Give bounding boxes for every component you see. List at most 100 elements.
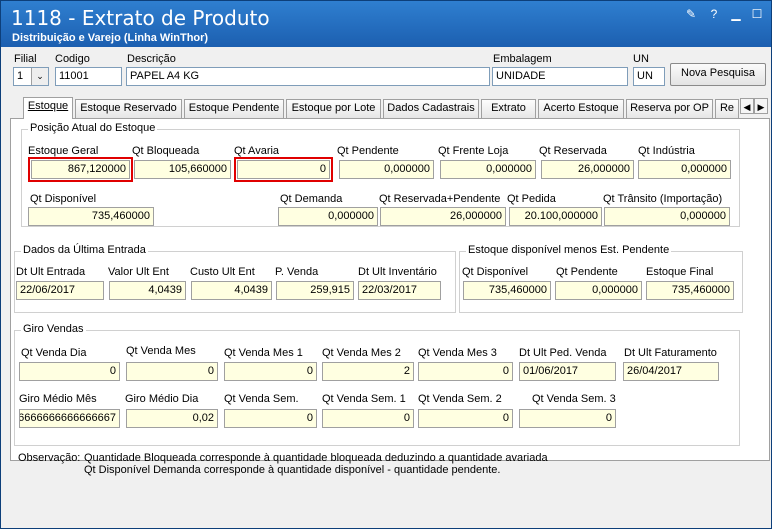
qt-demanda-field: 0,000000 — [278, 207, 378, 226]
qt-venda-sem-field: 0 — [224, 409, 317, 428]
dmp-qt-pendente-label: Qt Pendente — [556, 266, 618, 278]
dt-ult-inventario-label: Dt Ult Inventário — [358, 266, 437, 278]
qt-reservada-label: Qt Reservada — [539, 145, 607, 157]
help-icon[interactable]: ? — [706, 7, 722, 21]
qt-venda-sem-label: Qt Venda Sem. — [224, 393, 299, 405]
tab-extrato[interactable]: Extrato — [481, 99, 536, 118]
tab-estoque[interactable]: Estoque — [23, 97, 73, 119]
qt-bloqueada-label: Qt Bloqueada — [132, 145, 200, 157]
minimize-icon[interactable]: ▁ — [728, 7, 744, 21]
tab-estoque-pendente[interactable]: Estoque Pendente — [184, 99, 284, 118]
qt-venda-mes3-label: Qt Venda Mes 3 — [418, 347, 497, 359]
qt-disponivel-label: Qt Disponível — [30, 193, 97, 205]
qt-venda-mes2-field: 2 — [322, 362, 414, 381]
qt-venda-mes1-field: 0 — [224, 362, 317, 381]
disponivel-menos-pendente-group-title: Estoque disponível menos Est. Pendente — [466, 244, 672, 256]
tab-scroll-left-icon[interactable]: ◀ — [740, 98, 754, 114]
tab-reserva-por-op[interactable]: Reserva por OP — [626, 99, 713, 118]
qt-industria-label: Qt Indústria — [638, 145, 695, 157]
posicao-group: Posição Atual do Estoque Estoque Geral 8… — [21, 122, 740, 227]
giro-medio-dia-field: 0,02 — [126, 409, 218, 428]
qt-venda-dia-field: 0 — [19, 362, 120, 381]
estoque-final-label: Estoque Final — [646, 266, 714, 278]
tab-scroll-right-icon[interactable]: ▶ — [754, 98, 768, 114]
descricao-label: Descrição — [127, 53, 176, 65]
qt-venda-sem1-label: Qt Venda Sem. 1 — [322, 393, 406, 405]
title-bar: 1118 - Extrato de Produto Distribuição e… — [1, 1, 771, 47]
qt-reservada-pendente-field: 26,000000 — [380, 207, 506, 226]
qt-bloqueada-field: 105,660000 — [134, 160, 231, 179]
qt-disponivel-field: 735,460000 — [28, 207, 154, 226]
qt-pendente-label: Qt Pendente — [337, 145, 399, 157]
filial-label: Filial — [14, 53, 37, 65]
qt-reservada-field: 26,000000 — [541, 160, 634, 179]
ultima-entrada-group-title: Dados da Última Entrada — [21, 244, 148, 256]
qt-reservada-pendente-label: Qt Reservada+Pendente — [379, 193, 501, 205]
qt-pedida-label: Qt Pedida — [507, 193, 556, 205]
giro-medio-mes-field: 56666666666666667 — [19, 409, 120, 428]
dt-ult-ped-venda-field: 01/06/2017 — [519, 362, 616, 381]
dt-ult-faturamento-field: 26/04/2017 — [623, 362, 719, 381]
qt-venda-mes3-field: 0 — [418, 362, 513, 381]
qt-avaria-label: Qt Avaria — [234, 145, 280, 157]
qt-avaria-field: 0 — [234, 157, 333, 182]
qt-venda-mes1-label: Qt Venda Mes 1 — [224, 347, 303, 359]
un-input[interactable]: UN — [633, 67, 665, 86]
tab-truncated[interactable]: Re — [715, 99, 739, 118]
qt-venda-sem2-label: Qt Venda Sem. 2 — [418, 393, 502, 405]
dt-ult-entrada-field: 22/06/2017 — [16, 281, 104, 300]
dt-ult-faturamento-label: Dt Ult Faturamento — [624, 347, 717, 359]
custo-ult-ent-label: Custo Ult Ent — [190, 266, 255, 278]
dmp-qt-disponivel-label: Qt Disponível — [462, 266, 529, 278]
giro-medio-dia-label: Giro Médio Dia — [125, 393, 199, 405]
dt-ult-ped-venda-label: Dt Ult Ped. Venda — [519, 347, 607, 359]
tab-panel-estoque: Posição Atual do Estoque Estoque Geral 8… — [10, 118, 770, 461]
qt-venda-sem3-label: Qt Venda Sem. 3 — [532, 393, 616, 405]
nova-pesquisa-button[interactable]: Nova Pesquisa — [670, 63, 766, 86]
window-title: 1118 - Extrato de Produto — [11, 6, 270, 30]
window-subtitle: Distribuição e Varejo (Linha WinThor) — [12, 32, 209, 44]
estoque-final-field: 735,460000 — [646, 281, 734, 300]
qt-pedida-field: 20.100,000000 — [509, 207, 602, 226]
qt-industria-field: 0,000000 — [638, 160, 731, 179]
estoque-geral-field: 867,120000 — [28, 157, 133, 182]
codigo-input[interactable]: 11001 — [55, 67, 122, 86]
maximize-icon[interactable]: ☐ — [749, 7, 765, 21]
embalagem-input[interactable]: UNIDADE — [492, 67, 628, 86]
qt-venda-mes-label: Qt Venda Mes — [126, 345, 196, 357]
p-venda-field: 259,915 — [276, 281, 354, 300]
tab-dados-cadastrais[interactable]: Dados Cadastrais — [383, 99, 479, 118]
qt-venda-mes2-label: Qt Venda Mes 2 — [322, 347, 401, 359]
qt-venda-dia-label: Qt Venda Dia — [21, 347, 87, 359]
giro-medio-mes-label: Giro Médio Mês — [19, 393, 97, 405]
valor-ult-ent-label: Valor Ult Ent — [108, 266, 169, 278]
dmp-qt-pendente-field: 0,000000 — [555, 281, 642, 300]
embalagem-label: Embalagem — [493, 53, 552, 65]
qt-pendente-field: 0,000000 — [339, 160, 434, 179]
qt-transito-field: 0,000000 — [604, 207, 730, 226]
posicao-group-title: Posição Atual do Estoque — [28, 122, 158, 134]
chevron-down-icon[interactable]: ⌄ — [31, 68, 48, 85]
dt-ult-inventario-field: 22/03/2017 — [358, 281, 441, 300]
tab-acerto-estoque[interactable]: Acerto Estoque — [538, 99, 624, 118]
dt-ult-entrada-label: Dt Ult Entrada — [16, 266, 86, 278]
custo-ult-ent-field: 4,0439 — [191, 281, 272, 300]
filial-select[interactable]: 1 ⌄ — [13, 67, 49, 86]
qt-transito-label: Qt Trânsito (Importação) — [603, 193, 723, 205]
qt-venda-sem3-field: 0 — [519, 409, 616, 428]
giro-vendas-group: Giro Vendas Qt Venda Dia 0 Qt Venda Mes … — [14, 323, 740, 446]
edit-icon[interactable]: ✎ — [683, 7, 699, 21]
codigo-label: Codigo — [55, 53, 90, 65]
content-area: Filial 1 ⌄ Codigo 11001 Descrição PAPEL … — [4, 47, 770, 527]
tab-estoque-por-lote[interactable]: Estoque por Lote — [286, 99, 381, 118]
qt-venda-sem1-field: 0 — [322, 409, 414, 428]
qt-frente-loja-field: 0,000000 — [440, 160, 536, 179]
tab-estoque-reservado[interactable]: Estoque Reservado — [75, 99, 182, 118]
valor-ult-ent-field: 4,0439 — [109, 281, 186, 300]
disponivel-menos-pendente-group: Estoque disponível menos Est. Pendente Q… — [459, 244, 743, 313]
observacao-line2: Qt Disponível Demanda corresponde à quan… — [84, 464, 501, 476]
p-venda-label: P. Venda — [275, 266, 319, 278]
ultima-entrada-group: Dados da Última Entrada Dt Ult Entrada 2… — [14, 244, 456, 313]
app-window: 1118 - Extrato de Produto Distribuição e… — [0, 0, 772, 529]
descricao-input[interactable]: PAPEL A4 KG — [126, 67, 490, 86]
